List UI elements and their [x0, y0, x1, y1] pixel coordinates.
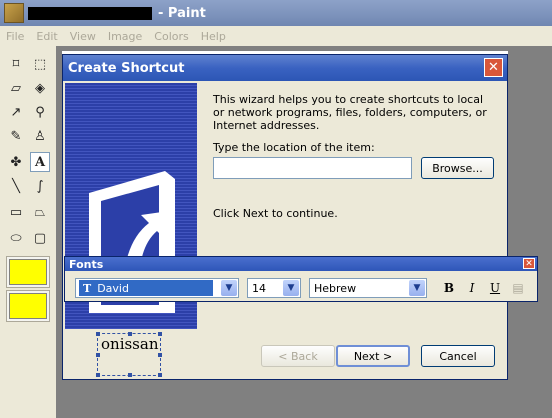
- fonts-toolbar-titlebar: Fonts ✕: [65, 257, 537, 271]
- rectangle-icon[interactable]: ▭: [6, 202, 26, 222]
- font-size-value: 14: [252, 281, 266, 295]
- canvas-text: onissan: [101, 335, 159, 353]
- menu-colors[interactable]: Colors: [148, 30, 194, 43]
- magnifier-icon[interactable]: ⚲: [30, 102, 50, 122]
- fonts-toolbar-title: Fonts: [69, 257, 104, 271]
- ellipse-icon[interactable]: ⬭: [6, 228, 26, 248]
- dialog-title: Create Shortcut: [68, 60, 185, 76]
- vertical-text-icon[interactable]: ▤: [509, 280, 527, 296]
- bold-button[interactable]: B: [440, 280, 458, 296]
- back-button[interactable]: < Back: [261, 345, 335, 367]
- transparent-option[interactable]: [6, 290, 50, 322]
- close-icon[interactable]: ✕: [484, 58, 503, 77]
- dialog-titlebar: Create Shortcut ✕: [63, 55, 507, 81]
- rounded-rect-icon[interactable]: ▢: [30, 228, 50, 248]
- redacted-filename: [28, 6, 152, 20]
- menu-edit[interactable]: Edit: [30, 30, 63, 43]
- polygon-icon[interactable]: ⏢: [30, 202, 50, 222]
- window-title: - Paint: [158, 5, 206, 21]
- brush-icon[interactable]: ♙: [30, 126, 50, 146]
- menu-help[interactable]: Help: [195, 30, 232, 43]
- rect-select-icon[interactable]: ⬚: [30, 54, 50, 74]
- browse-button[interactable]: Browse...: [421, 157, 494, 179]
- next-button[interactable]: Next >: [336, 345, 410, 367]
- font-name-value: David: [97, 281, 129, 295]
- script-value: Hebrew: [314, 281, 357, 295]
- fill-icon[interactable]: ◈: [30, 78, 50, 98]
- location-label: Type the location of the item:: [213, 141, 375, 154]
- paint-app-icon: [4, 3, 24, 23]
- underline-button[interactable]: U: [486, 280, 504, 296]
- text-icon[interactable]: A: [30, 152, 50, 172]
- toolbox: ⌑ ⬚ ▱ ◈ ↗ ⚲ ✎ ♙ ✤ A ╲ ∫ ▭ ⏢ ⬭ ▢: [0, 46, 56, 418]
- truetype-icon: T: [83, 281, 92, 295]
- chevron-down-icon[interactable]: ▼: [221, 280, 237, 296]
- opaque-option[interactable]: [6, 256, 50, 288]
- script-select[interactable]: Hebrew ▼: [309, 278, 427, 298]
- curve-icon[interactable]: ∫: [30, 176, 50, 196]
- airbrush-icon[interactable]: ✤: [6, 152, 26, 172]
- chevron-down-icon[interactable]: ▼: [409, 280, 425, 296]
- window-titlebar: - Paint: [0, 0, 552, 26]
- menu-view[interactable]: View: [64, 30, 102, 43]
- cancel-button[interactable]: Cancel: [421, 345, 495, 367]
- line-icon[interactable]: ╲: [6, 176, 26, 196]
- menu-image[interactable]: Image: [102, 30, 148, 43]
- pencil-icon[interactable]: ✎: [6, 126, 26, 146]
- font-size-select[interactable]: 14 ▼: [247, 278, 301, 298]
- fonts-toolbar: Fonts ✕ T David ▼ 14 ▼ Hebrew ▼ B I U ▤: [64, 256, 538, 302]
- location-input[interactable]: [213, 157, 412, 179]
- menu-bar: File Edit View Image Colors Help: [0, 26, 552, 46]
- dialog-description: This wizard helps you to create shortcut…: [213, 93, 487, 132]
- eraser-icon[interactable]: ▱: [6, 78, 26, 98]
- color-picker-icon[interactable]: ↗: [6, 102, 26, 122]
- chevron-down-icon[interactable]: ▼: [283, 280, 299, 296]
- free-select-icon[interactable]: ⌑: [6, 54, 26, 74]
- next-hint: Click Next to continue.: [213, 207, 338, 220]
- font-name-select[interactable]: T David ▼: [75, 278, 239, 298]
- menu-file[interactable]: File: [0, 30, 30, 43]
- close-icon[interactable]: ✕: [523, 258, 535, 269]
- italic-button[interactable]: I: [463, 280, 481, 296]
